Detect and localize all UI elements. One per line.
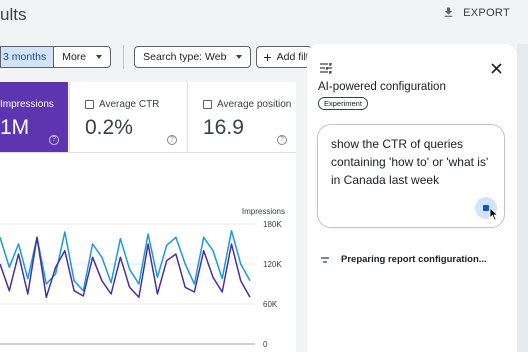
mouse-cursor-icon bbox=[489, 207, 499, 221]
metric-label: Impressions bbox=[0, 99, 54, 110]
ai-config-panel: AI-powered configuration Experiment show… bbox=[307, 44, 517, 352]
plus-icon: + bbox=[263, 49, 272, 65]
close-icon[interactable] bbox=[491, 63, 502, 74]
prompt-input[interactable]: show the CTR of queries containing 'how … bbox=[317, 124, 505, 228]
export-label: EXPORT bbox=[463, 6, 510, 19]
filter-bar: 3 months More Search type: Web + Add filt bbox=[0, 44, 313, 70]
metric-label-text: Average CTR bbox=[99, 99, 160, 110]
status-text: Preparing report configuration... bbox=[341, 254, 487, 265]
loading-lines-icon bbox=[321, 256, 329, 263]
impressions-chart: Impressions 180K 120K 60K 0 bbox=[0, 207, 285, 349]
chevron-down-icon bbox=[96, 55, 103, 59]
chevron-down-icon bbox=[236, 55, 243, 59]
scroll-strip bbox=[517, 44, 528, 352]
page-title: ults bbox=[0, 5, 27, 24]
more-label: More bbox=[62, 51, 87, 63]
y-tick-label: 120K bbox=[263, 260, 282, 269]
tune-icon bbox=[320, 63, 332, 74]
metric-label: Average CTR bbox=[85, 99, 159, 110]
y-axis-label: Impressions bbox=[242, 207, 285, 216]
y-tick-label: 0 bbox=[263, 340, 268, 349]
y-tick-label: 60K bbox=[263, 300, 278, 309]
stop-button[interactable] bbox=[475, 197, 499, 221]
checkbox-icon[interactable] bbox=[203, 100, 212, 109]
panel-title: AI-powered configuration bbox=[318, 81, 446, 93]
add-filter-label: Add filt bbox=[276, 51, 309, 63]
page-header: ults EXPORT bbox=[0, 0, 528, 32]
metric-label-text: Average position bbox=[217, 99, 292, 110]
status-row: Preparing report configuration... bbox=[321, 254, 487, 265]
search-type-label: Search type: Web bbox=[143, 51, 227, 63]
metric-label-text: Impressions bbox=[0, 99, 54, 110]
more-dates-button[interactable]: More bbox=[53, 46, 112, 68]
series-line-secondary bbox=[0, 236, 251, 299]
date-range-label: 3 months bbox=[3, 51, 47, 63]
date-range-chip[interactable]: 3 months bbox=[0, 46, 54, 68]
add-filter-button[interactable]: + Add filt bbox=[256, 46, 313, 68]
prompt-text: show the CTR of queries containing 'how … bbox=[331, 137, 489, 187]
metric-label: Average position bbox=[203, 99, 291, 110]
experiment-badge: Experiment bbox=[318, 97, 368, 110]
search-type-filter[interactable]: Search type: Web bbox=[134, 46, 252, 68]
download-icon bbox=[444, 7, 453, 17]
y-tick-label: 180K bbox=[263, 220, 282, 229]
checkbox-icon[interactable] bbox=[85, 100, 94, 109]
filter-divider bbox=[123, 45, 125, 69]
export-button[interactable]: EXPORT bbox=[442, 6, 510, 19]
